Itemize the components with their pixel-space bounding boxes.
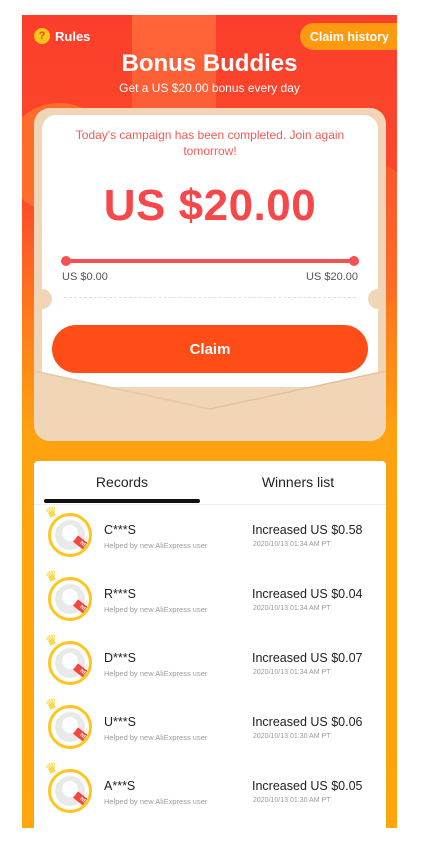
record-row: NEW ♛ A***S Helped by new AliExpress user In… [34,758,386,827]
record-time: 2020/10/13 01:30 AM PT [253,797,331,804]
record-amount: Increased US $0.06 [252,715,363,729]
tab-records[interactable]: Records [34,474,210,490]
rules-label: Rules [55,28,91,44]
record-amount: Increased US $0.05 [252,779,363,793]
progress-fill [66,259,354,263]
progress-bar [61,256,359,266]
record-time: 2020/10/13 01:34 AM PT [253,541,331,548]
bonus-amount: US $20.00 [103,181,317,230]
user-avatar-icon: NEW [48,577,92,621]
user-avatar-icon: NEW [48,769,92,813]
claim-button[interactable]: Claim [52,325,368,373]
bonus-envelope: Today's campaign has been completed. Joi… [34,108,386,441]
record-name: U***S [104,715,136,729]
user-avatar-icon: NEW [48,641,92,685]
bonus-card: Today's campaign has been completed. Joi… [34,115,386,387]
record-helped-by: Helped by new AliExpress user [104,605,208,614]
record-amount: Increased US $0.04 [252,587,363,601]
record-helped-by: Helped by new AliExpress user [104,733,208,742]
record-row: NEW ♛ R***S Helped by new AliExpress user In… [34,566,386,635]
record-helped-by: Helped by new AliExpress user [104,669,208,678]
record-row: NEW ♛ U***S Helped by new AliExpress user In… [34,694,386,763]
user-avatar-icon: NEW [48,513,92,557]
app-screen: ? Rules Claim history Bonus Buddies Get … [22,15,397,828]
active-tab-indicator [44,499,200,503]
progress-end-dot [349,256,359,266]
record-row: NEW ♛ D***S Helped by new AliExpress user In… [34,630,386,699]
record-helped-by: Helped by new AliExpress user [104,541,208,550]
tab-winners-list[interactable]: Winners list [210,474,386,490]
record-amount: Increased US $0.58 [252,523,363,537]
progress-max-label: US $20.00 [306,271,358,283]
record-name: C***S [104,523,136,537]
record-name: A***S [104,779,136,793]
records-tabs: Records Winners list [34,461,386,505]
page-subtitle: Get a US $20.00 bonus every day [119,81,300,95]
dashed-divider [64,297,356,298]
envelope-flap [34,371,386,441]
card-notch-right [368,289,386,309]
user-avatar-icon: NEW [48,705,92,749]
record-name: R***S [104,587,136,601]
question-circle-icon: ? [34,28,50,44]
progress-min-label: US $0.00 [62,271,108,283]
record-helped-by: Helped by new AliExpress user [104,797,208,806]
claim-history-button[interactable]: Claim history [299,23,397,50]
card-notch-left [34,289,52,309]
records-panel: Records Winners list NEW ♛ C***S Helped by … [34,461,386,828]
record-amount: Increased US $0.07 [252,651,363,665]
record-time: 2020/10/13 01:34 AM PT [253,605,331,612]
rules-button[interactable]: ? Rules [34,28,90,44]
page-title: Bonus Buddies [121,50,298,77]
record-time: 2020/10/13 01:30 AM PT [253,733,331,740]
record-name: D***S [104,651,136,665]
record-row: NEW ♛ C***S Helped by new AliExpress user In… [34,502,386,571]
campaign-notice: Today's campaign has been completed. Joi… [75,128,345,158]
record-time: 2020/10/13 01:34 AM PT [253,669,331,676]
progress-start-dot [61,256,71,266]
